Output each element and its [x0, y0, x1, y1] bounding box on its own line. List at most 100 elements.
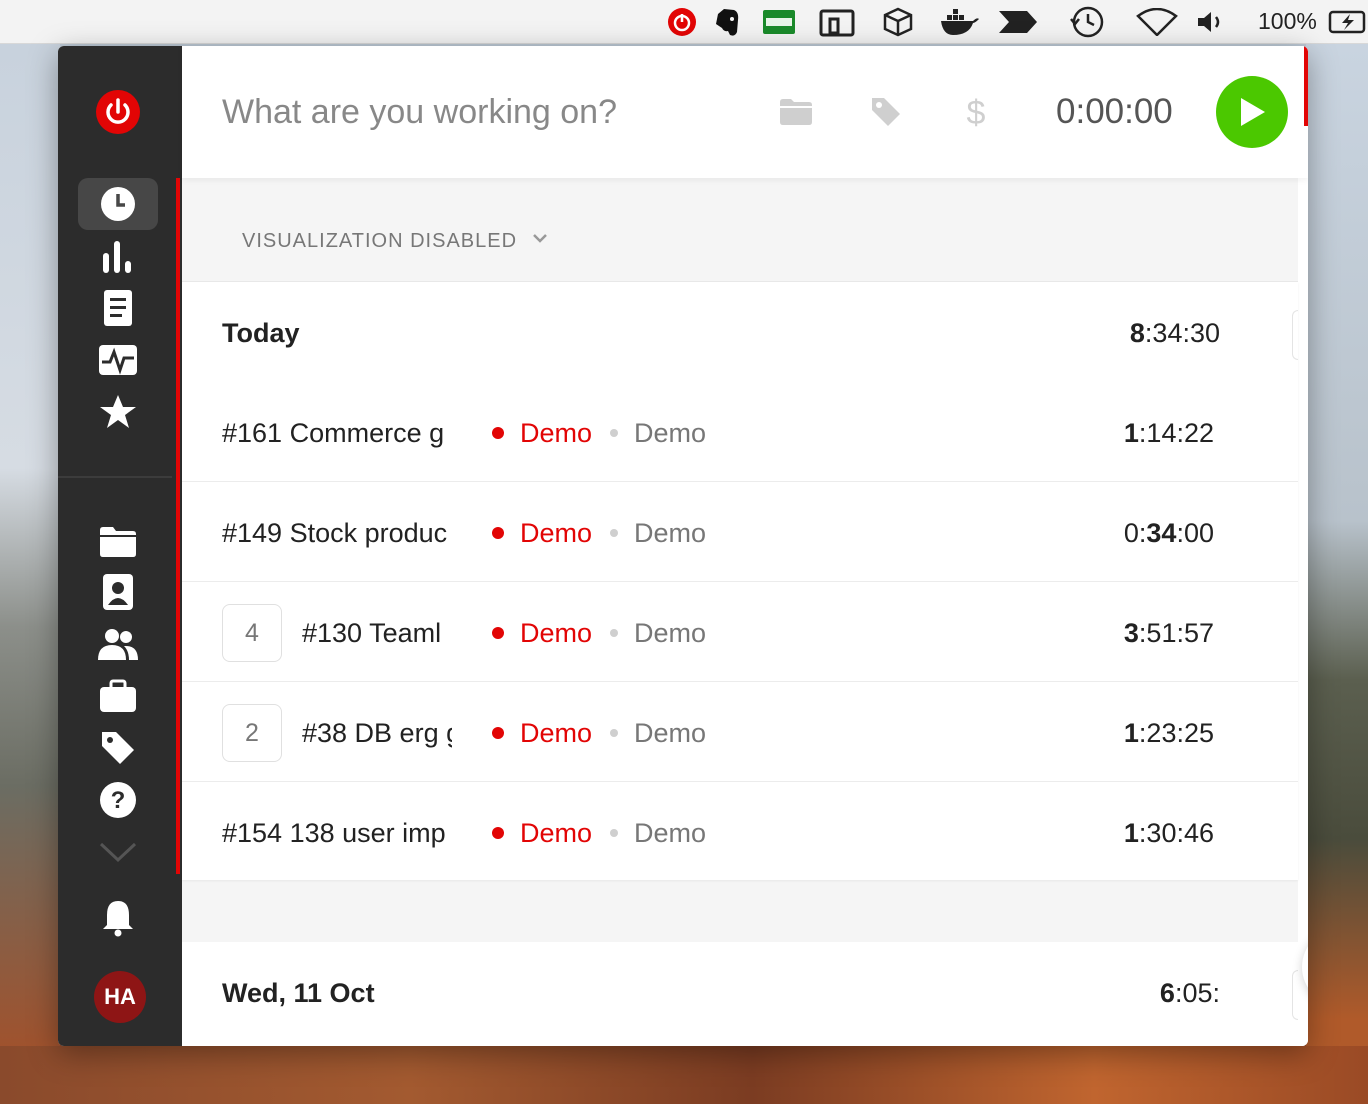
toggl-logo-button[interactable]	[78, 86, 158, 138]
entry-duration[interactable]: 1:14:22	[1124, 418, 1214, 449]
box-icon[interactable]	[880, 6, 916, 38]
entry-project[interactable]: Demo	[520, 718, 592, 749]
project-color-dot	[492, 527, 504, 539]
sidebar-item-timer[interactable]	[78, 178, 158, 230]
scroll-icon[interactable]	[816, 6, 858, 38]
folder-icon	[780, 99, 812, 125]
entry-duration[interactable]: 1:30:46	[1124, 818, 1214, 849]
entry-duration[interactable]: 3:51:57	[1124, 618, 1214, 649]
entry-project[interactable]: Demo	[520, 818, 592, 849]
power-logo-icon	[96, 90, 140, 134]
entry-project[interactable]: Demo	[520, 618, 592, 649]
entry-group-count[interactable]: 4	[222, 604, 282, 662]
notifications-button[interactable]	[78, 892, 158, 944]
running-indicator-edge	[1304, 46, 1308, 126]
docker-icon[interactable]	[938, 6, 980, 38]
separator-dot	[610, 529, 618, 537]
entry-client: Demo	[634, 618, 707, 648]
time-entry-row[interactable]: #149 Stock produc Demo Demo 0:34:00	[182, 482, 1298, 582]
tag-icon	[102, 732, 134, 764]
project-color-dot	[492, 727, 504, 739]
sidebar-item-help[interactable]: ?	[78, 774, 158, 826]
menu-bar: 100%	[0, 0, 1368, 44]
main-panel: $ 0:00:00 VISUALIZATION DISABLED Today 8…	[176, 46, 1308, 1046]
day-title: Today	[222, 318, 300, 348]
entry-description[interactable]: #38 DB erg g	[302, 718, 452, 749]
sidebar-item-clients[interactable]	[78, 566, 158, 618]
contact-card-icon	[103, 574, 133, 610]
sidebar-expand-button[interactable]	[78, 826, 158, 878]
day-group-tab[interactable]	[1292, 970, 1298, 1020]
entry-client: Demo	[634, 818, 707, 848]
bar-chart-icon	[103, 241, 131, 273]
description-input[interactable]	[222, 86, 742, 138]
document-icon	[104, 290, 132, 326]
people-icon	[98, 629, 138, 660]
toggl-window: ? HA $ 0:00:00	[58, 46, 1308, 1046]
clock-icon	[101, 187, 135, 221]
time-entry-group-row[interactable]: 4 #130 Teaml Demo Demo 3:51:57	[182, 582, 1298, 682]
entry-description[interactable]: #149 Stock produc	[222, 518, 452, 549]
tag-icon	[872, 98, 900, 126]
sidebar-item-reports[interactable]	[78, 230, 158, 282]
desktop-wallpaper-right	[1306, 44, 1368, 1104]
entry-description[interactable]: #161 Commerce g	[222, 418, 452, 449]
entry-duration[interactable]: 1:23:25	[1124, 718, 1214, 749]
battery-icon[interactable]	[1328, 6, 1368, 38]
separator-dot	[610, 629, 618, 637]
day-group-tab[interactable]	[1292, 310, 1298, 360]
time-entry-row[interactable]: #154 138 user imp Demo Demo 1:30:46	[182, 782, 1298, 882]
sidebar-item-tags[interactable]	[78, 722, 158, 774]
entry-project[interactable]: Demo	[520, 418, 592, 449]
entry-group-count[interactable]: 2	[222, 704, 282, 762]
play-icon	[1241, 98, 1265, 126]
dollar-icon: $	[967, 95, 986, 129]
avatar[interactable]: HA	[94, 971, 146, 1023]
sidebar-item-insights[interactable]	[78, 282, 158, 334]
visualization-toggle[interactable]: VISUALIZATION DISABLED	[242, 230, 517, 253]
entry-project[interactable]: Demo	[520, 518, 592, 549]
entry-duration[interactable]: 0:34:00	[1124, 518, 1214, 549]
evernote-icon[interactable]	[710, 6, 744, 38]
project-picker-button[interactable]	[776, 92, 816, 132]
volume-icon[interactable]	[1194, 6, 1228, 38]
time-machine-icon[interactable]	[1066, 6, 1108, 38]
timer-display: 0:00:00	[1056, 92, 1173, 131]
star-icon	[100, 395, 136, 428]
sidebar-item-projects[interactable]	[78, 516, 158, 568]
time-entry-row[interactable]: #161 Commerce g Demo Demo 1:14:22	[182, 382, 1298, 482]
separator-dot	[610, 429, 618, 437]
entry-description[interactable]: #154 138 user imp	[222, 818, 452, 849]
sidebar-item-goals[interactable]	[78, 386, 158, 438]
project-color-dot	[492, 427, 504, 439]
day-title: Wed, 11 Oct	[222, 978, 375, 1008]
day-header: Wed, 11 Oct 6:05:	[182, 942, 1298, 1042]
sidebar-item-team[interactable]	[78, 618, 158, 670]
toggl-icon[interactable]	[664, 6, 700, 38]
sidebar-item-workspaces[interactable]	[78, 670, 158, 722]
wifi-icon[interactable]	[1134, 6, 1180, 38]
entry-description[interactable]: #130 Teaml	[302, 618, 452, 649]
separator-dot	[610, 829, 618, 837]
desktop-wallpaper-left	[0, 44, 60, 1104]
battery-percent: 100%	[1258, 8, 1317, 34]
tag-picker-button[interactable]	[866, 92, 906, 132]
billable-toggle-button[interactable]: $	[956, 92, 996, 132]
card-icon[interactable]	[760, 6, 798, 38]
start-timer-button[interactable]	[1216, 76, 1288, 148]
chevron-down-icon[interactable]	[532, 232, 548, 244]
feedback-button[interactable]	[1302, 928, 1308, 1006]
pulse-icon	[99, 345, 137, 375]
sidebar-item-activity[interactable]	[78, 334, 158, 386]
visualization-bar: VISUALIZATION DISABLED	[182, 178, 1298, 282]
folder-icon	[100, 527, 136, 557]
separator-dot	[610, 729, 618, 737]
timer-bar: $ 0:00:00	[182, 46, 1308, 178]
sidebar-divider	[58, 476, 172, 478]
chevron-down-icon	[99, 842, 137, 863]
arrows-icon[interactable]	[996, 6, 1040, 38]
briefcase-icon	[100, 679, 136, 712]
day-group: Wed, 11 Oct 6:05:	[182, 942, 1298, 1046]
time-entry-group-row[interactable]: 2 #38 DB erg g Demo Demo 1:23:25	[182, 682, 1298, 782]
time-entries-list: VISUALIZATION DISABLED Today 8:34:30 #16…	[176, 178, 1298, 1046]
